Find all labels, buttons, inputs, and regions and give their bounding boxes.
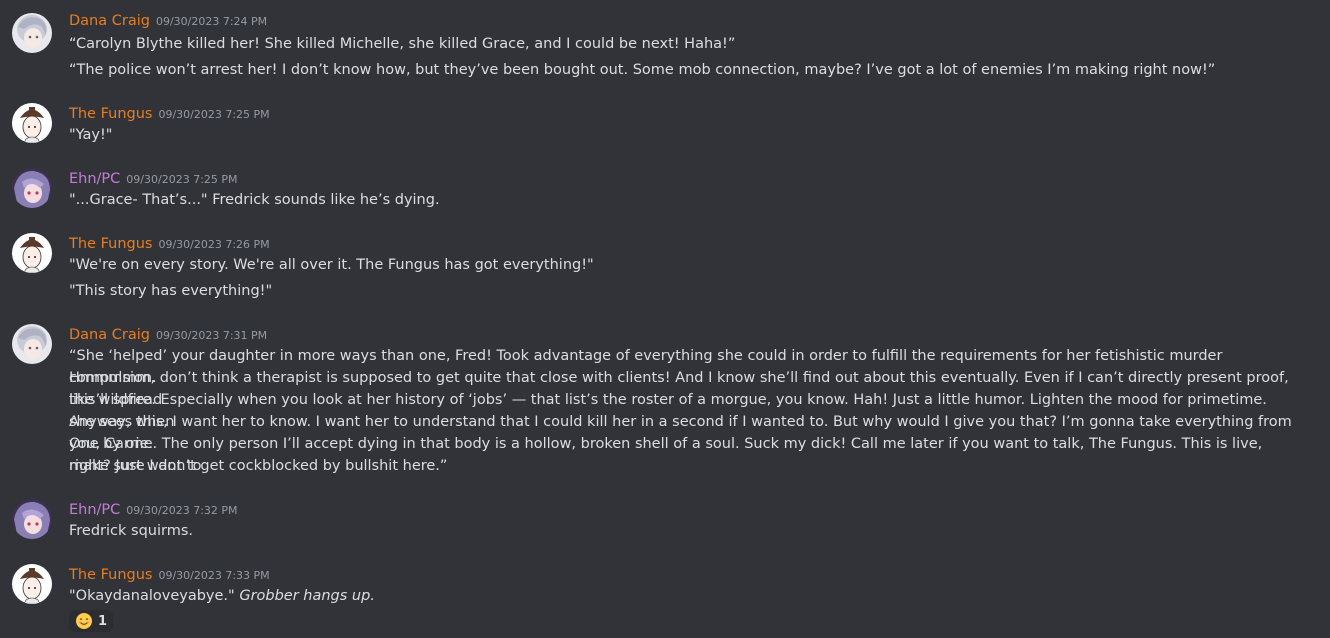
timestamp: 09/30/2023 7:25 PM <box>158 108 270 121</box>
message-text-action: Grobber hangs up. <box>239 588 375 604</box>
mushroom-hat-avatar-icon <box>12 233 52 273</box>
message-header: The Fungus 09/30/2023 7:26 PM <box>69 233 270 253</box>
message-text-quote: "Okaydanaloveyabye." <box>69 588 240 604</box>
timestamp: 09/30/2023 7:26 PM <box>158 238 270 251</box>
avatar[interactable] <box>12 324 52 364</box>
mushroom-hat-avatar-icon <box>12 564 52 604</box>
reaction-button[interactable]: 1 <box>69 610 113 632</box>
timestamp: 09/30/2023 7:25 PM <box>126 173 238 186</box>
anime-avatar-icon <box>12 168 52 208</box>
reaction-count: 1 <box>98 613 108 629</box>
message-text: make sure I don’t get cockblocked by bul… <box>69 458 448 474</box>
message-text: “The police won’t arrest her! I don’t kn… <box>69 62 1216 78</box>
message-text: "...Grace- That’s..." Fredrick sounds li… <box>69 192 440 208</box>
message-header: Ehn/PC 09/30/2023 7:25 PM <box>69 168 238 188</box>
avatar[interactable] <box>12 13 52 53</box>
avatar[interactable] <box>12 499 52 539</box>
mushroom-hat-avatar-icon <box>12 103 52 143</box>
message-text: "This story has everything!" <box>69 283 273 299</box>
anime-avatar-icon <box>12 499 52 539</box>
message-header: Dana Craig 09/30/2023 7:24 PM <box>69 10 267 30</box>
username[interactable]: The Fungus <box>69 106 152 122</box>
avatar[interactable] <box>12 564 52 604</box>
username[interactable]: Ehn/PC <box>69 502 120 518</box>
avatar[interactable] <box>12 233 52 273</box>
username[interactable]: Ehn/PC <box>69 171 120 187</box>
message-text: "We're on every story. We're all over it… <box>69 257 594 273</box>
message-text: “Carolyn Blythe killed her! She killed M… <box>69 36 736 52</box>
message-header: The Fungus 09/30/2023 7:25 PM <box>69 103 270 123</box>
message-header: Dana Craig 09/30/2023 7:31 PM <box>69 324 267 344</box>
timestamp: 09/30/2023 7:24 PM <box>155 15 268 28</box>
username[interactable]: Dana Craig <box>69 13 150 29</box>
smiling-face-emoji-icon <box>76 613 92 629</box>
username[interactable]: Dana Craig <box>69 327 150 343</box>
username[interactable]: The Fungus <box>69 236 152 252</box>
username[interactable]: The Fungus <box>69 567 152 583</box>
message-text: "Okaydanaloveyabye." Grobber hangs up. <box>69 585 1299 607</box>
white-hair-avatar-icon <box>12 324 52 364</box>
white-hair-avatar-icon <box>12 13 52 53</box>
timestamp: 09/30/2023 7:31 PM <box>155 329 268 342</box>
message-text: "Yay!" <box>69 127 113 143</box>
message-header: The Fungus 09/30/2023 7:33 PM <box>69 564 270 584</box>
avatar[interactable] <box>12 168 52 208</box>
avatar[interactable] <box>12 103 52 143</box>
timestamp: 09/30/2023 7:33 PM <box>158 569 270 582</box>
timestamp: 09/30/2023 7:32 PM <box>126 504 238 517</box>
message-text: Fredrick squirms. <box>69 523 193 539</box>
message-header: Ehn/PC 09/30/2023 7:32 PM <box>69 499 238 519</box>
